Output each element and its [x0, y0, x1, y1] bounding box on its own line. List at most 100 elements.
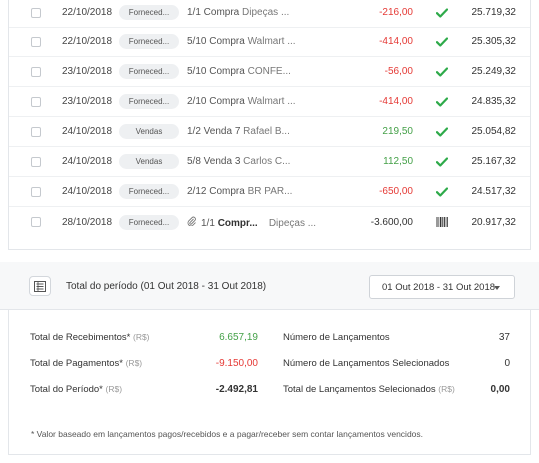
row-description[interactable]: 5/10 Compra CONFE... — [187, 66, 357, 77]
row-date: 24/10/2018 — [62, 186, 113, 197]
category-badge: Forneced... — [119, 184, 179, 199]
row-payee: CONFE... — [247, 66, 291, 77]
row-date: 22/10/2018 — [62, 7, 113, 18]
row-date: 23/10/2018 — [62, 66, 113, 77]
total-periodo-value: -2.492,81 — [215, 384, 258, 395]
row-checkbox[interactable] — [31, 96, 41, 107]
row-payee: Carlos C... — [243, 156, 291, 167]
row-description-prefix: 1/1 — [201, 217, 215, 229]
row-value: -56,00 — [384, 66, 413, 77]
row-description[interactable]: 1/2 Venda 7 Rafael B... — [187, 126, 357, 137]
check-icon[interactable] — [435, 65, 449, 79]
chevron-down-icon — [494, 286, 500, 290]
row-description-prefix: 5/10 Compra — [187, 66, 245, 77]
row-payee: Dipeças ... — [268, 217, 317, 229]
num-sel-value: 0 — [504, 358, 510, 369]
total-pag-label: Total de Pagamentos* (R$) — [30, 358, 143, 369]
row-balance: 25.167,32 — [471, 156, 517, 167]
paperclip-icon[interactable] — [187, 216, 197, 229]
row-payee: Walmart ... — [247, 36, 296, 47]
table-row[interactable]: 24/10/2018 Vendas 1/2 Venda 7 Rafael B... 2… — [9, 117, 530, 147]
total-sel-value: 0,00 — [490, 384, 510, 395]
footnote: * Valor baseado em lançamentos pagos/rec… — [31, 429, 424, 439]
check-icon[interactable] — [435, 6, 449, 20]
row-balance: 25.249,32 — [471, 66, 517, 77]
row-balance: 25.054,82 — [471, 126, 517, 137]
row-description[interactable]: 5/10 Compra Walmart ... — [187, 36, 357, 47]
check-icon[interactable] — [435, 35, 449, 49]
period-bar: Total do período (01 Out 2018 - 31 Out 2… — [0, 262, 539, 310]
row-value: -650,00 — [379, 186, 413, 197]
row-balance: 20.917,32 — [471, 216, 517, 228]
check-icon[interactable] — [435, 155, 449, 169]
row-value: -3.600,00 — [370, 216, 413, 228]
total-sel-label: Total de Lançamentos Selecionados (R$) — [283, 384, 455, 395]
table-row[interactable]: 28/10/2018 Forneced... 1/1 Compr... Dipeça… — [9, 207, 530, 237]
row-checkbox[interactable] — [31, 217, 41, 227]
row-description[interactable]: 1/1 Compra Dipeças ... — [187, 7, 357, 18]
row-balance: 24.517,32 — [471, 186, 517, 197]
row-payee: Walmart ... — [247, 96, 296, 107]
total-periodo-label: Total do Período* (R$) — [30, 384, 123, 395]
row-value: -414,00 — [379, 96, 413, 107]
category-badge: Forneced... — [119, 214, 179, 230]
row-date: 23/10/2018 — [62, 96, 113, 107]
row-checkbox[interactable] — [31, 66, 41, 77]
transactions-table: 22/10/2018 Forneced... 1/1 Compra Dipeças … — [8, 0, 531, 250]
table-row[interactable]: 24/10/2018 Vendas 5/8 Venda 3 Carlos C... 1… — [9, 147, 530, 177]
row-checkbox[interactable] — [31, 36, 41, 47]
row-description[interactable]: 1/1 Compr... Dipeças ... — [187, 216, 357, 229]
row-payee: Rafael B... — [243, 126, 290, 137]
row-description-prefix: 1/1 Compra — [187, 7, 240, 18]
row-value: 219,50 — [382, 126, 413, 137]
period-title: Total do período (01 Out 2018 - 31 Out 2… — [66, 281, 267, 292]
row-checkbox[interactable] — [31, 186, 41, 197]
category-badge: Forneced... — [119, 5, 179, 20]
period-select-value: 01 Out 2018 - 31 Out 2018 — [382, 281, 496, 293]
row-payee: BR PAR... — [247, 186, 293, 197]
row-checkbox[interactable] — [31, 7, 41, 18]
row-date: 24/10/2018 — [62, 156, 113, 167]
statement-icon[interactable] — [29, 276, 51, 296]
row-description[interactable]: 2/10 Compra Walmart ... — [187, 96, 357, 107]
row-balance: 25.719,32 — [471, 7, 517, 18]
row-description-prefix: 2/12 Compra — [187, 186, 245, 197]
category-badge: Forneced... — [119, 34, 179, 49]
row-description[interactable]: 2/12 Compra BR PAR... — [187, 186, 357, 197]
row-description-bold: Compr... — [217, 217, 258, 229]
check-icon[interactable] — [435, 95, 449, 109]
table-row[interactable]: 22/10/2018 Forneced... 1/1 Compra Dipeças … — [9, 0, 530, 28]
period-select[interactable]: 01 Out 2018 - 31 Out 2018 — [369, 275, 515, 299]
total-receb-value: 6.657,19 — [219, 332, 258, 343]
row-date: 24/10/2018 — [62, 126, 113, 137]
totals-panel: Total de Recebimentos* (R$) 6.657,19 Tot… — [8, 310, 531, 455]
row-description-prefix: 5/8 Venda 3 — [187, 156, 241, 167]
category-badge: Vendas — [119, 124, 179, 139]
table-row[interactable]: 23/10/2018 Forneced... 2/10 Compra Walmart… — [9, 87, 530, 117]
table-row[interactable]: 24/10/2018 Forneced... 2/12 Compra BR PAR.… — [9, 177, 530, 207]
category-badge: Forneced... — [119, 94, 179, 109]
row-description-prefix: 1/2 Venda 7 — [187, 126, 241, 137]
num-lanc-label: Número de Lançamentos — [283, 332, 390, 343]
num-lanc-value: 37 — [498, 332, 510, 343]
barcode-icon[interactable] — [435, 215, 449, 229]
row-value: -216,00 — [379, 7, 413, 18]
row-description-prefix: 2/10 Compra — [187, 96, 245, 107]
row-balance: 25.305,32 — [471, 36, 517, 47]
total-pag-value: -9.150,00 — [215, 358, 258, 369]
row-date: 22/10/2018 — [62, 36, 113, 47]
category-badge: Forneced... — [119, 64, 179, 79]
row-checkbox[interactable] — [31, 156, 41, 167]
row-date: 28/10/2018 — [62, 216, 113, 228]
row-payee: Dipeças ... — [242, 7, 290, 18]
row-checkbox[interactable] — [31, 126, 41, 137]
num-sel-label: Número de Lançamentos Selecionados — [283, 358, 450, 369]
table-row[interactable]: 23/10/2018 Forneced... 5/10 Compra CONFE..… — [9, 57, 530, 87]
check-icon[interactable] — [435, 185, 449, 199]
total-receb-label: Total de Recebimentos* (R$) — [30, 332, 150, 343]
row-description-prefix: 5/10 Compra — [187, 36, 245, 47]
table-row[interactable]: 22/10/2018 Forneced... 5/10 Compra Walmart… — [9, 27, 530, 57]
check-icon[interactable] — [435, 125, 449, 139]
row-description[interactable]: 5/8 Venda 3 Carlos C... — [187, 156, 357, 167]
row-value: -414,00 — [379, 36, 413, 47]
